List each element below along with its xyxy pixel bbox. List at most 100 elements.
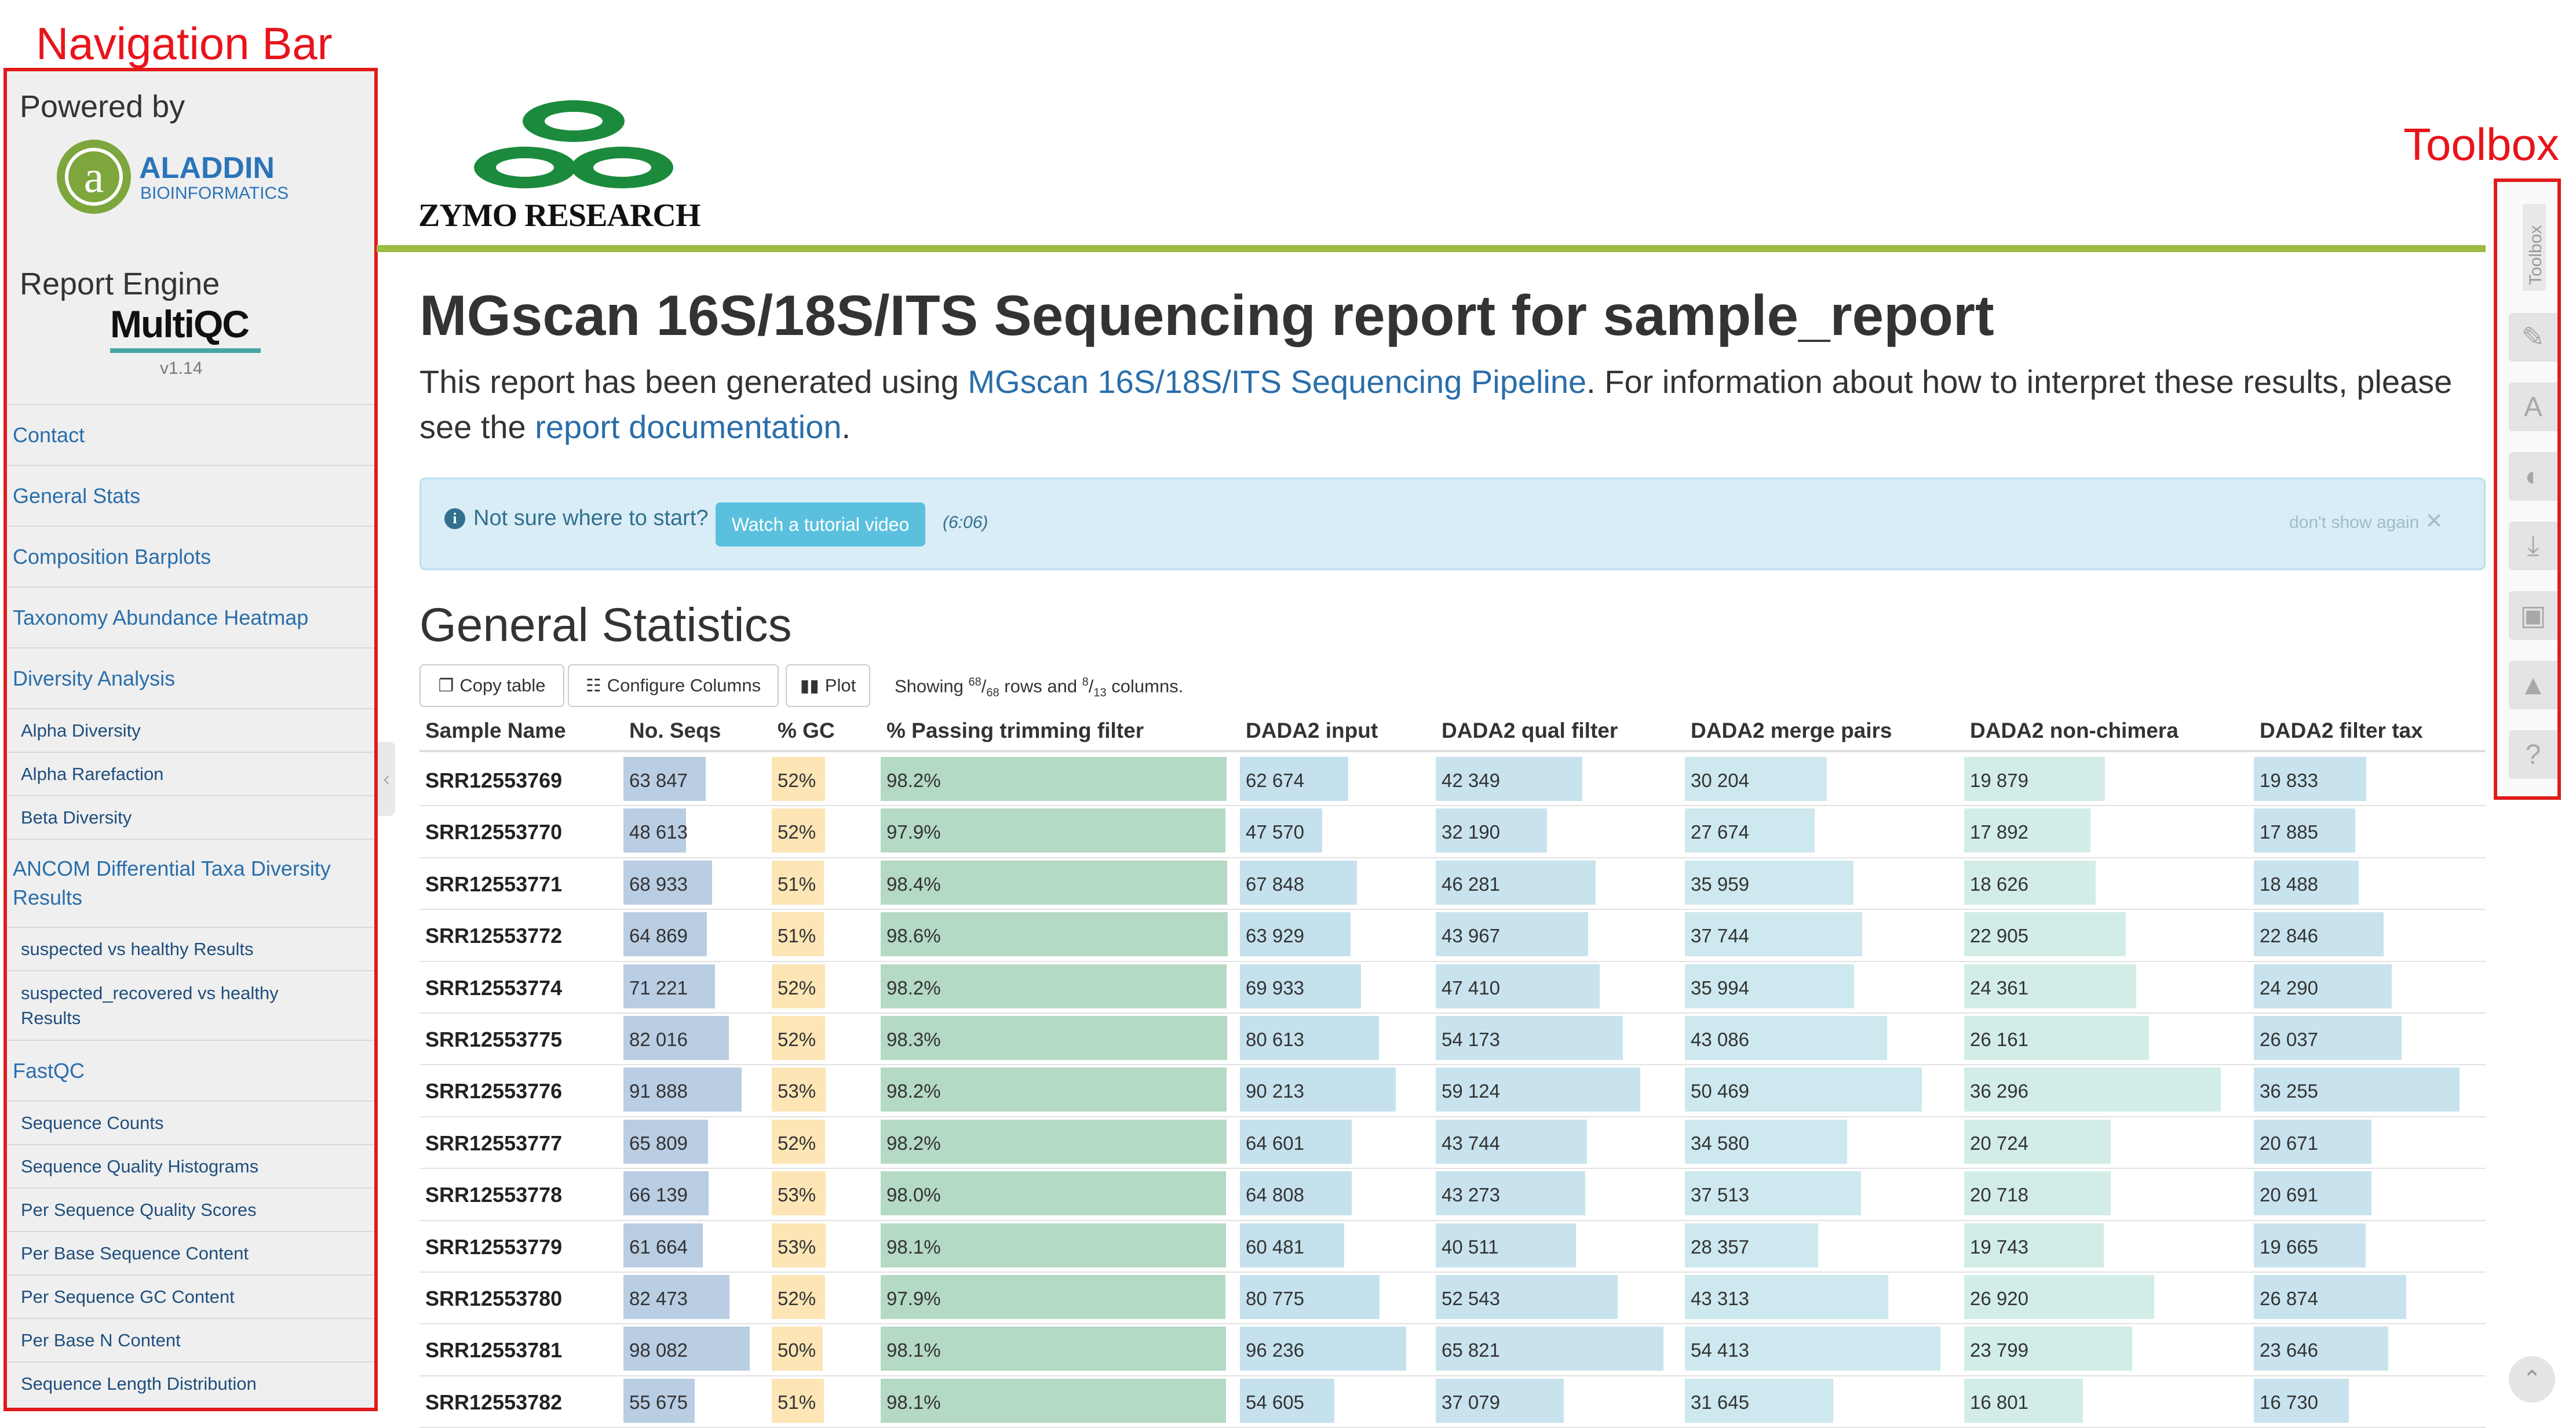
cell-value: 18 626	[1970, 873, 2028, 895]
table-cell: 63 847	[623, 757, 769, 801]
table-cell: 53%	[772, 1223, 878, 1267]
cell-value: 53%	[778, 1184, 816, 1206]
info-icon: i	[444, 508, 465, 529]
table-cell: 20 724	[1964, 1119, 2252, 1164]
table-cell: 98.3%	[881, 1016, 1238, 1060]
table-header-divider	[419, 750, 2486, 752]
showing-prefix: Showing	[895, 676, 969, 697]
table-row: SRR12553781 98 082 50% 98.1% 96 236 65 821 54 …	[419, 1324, 2486, 1376]
sample-name[interactable]: SRR12553776	[425, 1079, 562, 1103]
table-row: SRR12553778 66 139 53% 98.0% 64 808 43 273 37 …	[419, 1169, 2486, 1221]
navigation-bar-annotation: Navigation Bar	[36, 18, 333, 69]
table-cell: 30 204	[1685, 757, 1962, 801]
column-header[interactable]: Sample Name	[425, 719, 566, 743]
table-cell: 52%	[772, 757, 878, 801]
table-cell: 23 646	[2254, 1327, 2486, 1371]
table-row: SRR12553770 48 613 52% 97.9% 47 570 32 190 27 …	[419, 806, 2486, 858]
cell-value: 19 833	[2260, 770, 2318, 791]
sample-name[interactable]: SRR12553779	[425, 1235, 562, 1259]
cell-value: 63 847	[629, 770, 688, 791]
sample-name[interactable]: SRR12553781	[425, 1338, 562, 1363]
cell-value: 37 513	[1691, 1184, 1749, 1206]
sample-name[interactable]: SRR12553777	[425, 1131, 562, 1156]
table-cell: 16 730	[2254, 1378, 2486, 1423]
cell-value: 51%	[778, 925, 816, 947]
cell-value: 98.2%	[886, 1132, 941, 1154]
toolbox-highlight	[2494, 178, 2561, 800]
column-header[interactable]: % Passing trimming filter	[886, 719, 1144, 743]
cell-value: 24 361	[1970, 977, 2028, 999]
cell-value: 30 204	[1691, 770, 1749, 791]
intro-prefix: This report has been generated using	[419, 363, 968, 400]
cell-value: 60 481	[1246, 1236, 1304, 1258]
sample-name[interactable]: SRR12553782	[425, 1390, 562, 1415]
cell-value: 22 905	[1970, 925, 2028, 947]
column-header[interactable]: DADA2 non-chimera	[1970, 719, 2179, 743]
sample-name[interactable]: SRR12553774	[425, 976, 562, 1000]
column-header[interactable]: DADA2 qual filter	[1442, 719, 1618, 743]
configure-columns-button[interactable]: ☷ Configure Columns	[568, 664, 779, 707]
table-cell: 61 664	[623, 1223, 769, 1267]
scroll-to-top-icon[interactable]: ⌃	[2509, 1356, 2555, 1402]
column-header[interactable]: DADA2 input	[1246, 719, 1378, 743]
cell-value: 69 933	[1246, 977, 1304, 999]
column-header[interactable]: DADA2 filter tax	[2260, 719, 2423, 743]
cell-value: 64 808	[1246, 1184, 1304, 1206]
watch-tutorial-button[interactable]: Watch a tutorial video	[716, 502, 925, 547]
table-cell: 98.2%	[881, 1119, 1238, 1164]
cell-value: 20 724	[1970, 1132, 2028, 1154]
table-row: SRR12553774 71 221 52% 98.2% 69 933 47 410 35 …	[419, 962, 2486, 1014]
copy-table-button[interactable]: ❐ Copy table	[419, 664, 564, 707]
table-row: SRR12553779 61 664 53% 98.1% 60 481 40 511 28 …	[419, 1221, 2486, 1273]
column-header[interactable]: DADA2 merge pairs	[1691, 719, 1892, 743]
table-row: SRR12553782 55 675 51% 98.1% 54 605 37 079 31 …	[419, 1376, 2486, 1428]
cell-value: 16 801	[1970, 1391, 2028, 1413]
plot-button[interactable]: ▮▮ Plot	[786, 664, 870, 707]
column-header[interactable]: % GC	[778, 719, 835, 743]
cell-value: 53%	[778, 1080, 816, 1102]
sidebar-collapse-handle[interactable]: ‹	[378, 742, 395, 816]
cell-value: 48 613	[629, 821, 688, 843]
cell-value: 19 665	[2260, 1236, 2318, 1258]
cell-value: 43 313	[1691, 1288, 1749, 1309]
table-cell: 80 613	[1240, 1016, 1435, 1060]
cell-value: 23 646	[2260, 1339, 2318, 1361]
sample-name[interactable]: SRR12553775	[425, 1028, 562, 1052]
sample-name[interactable]: SRR12553769	[425, 768, 562, 793]
sample-name[interactable]: SRR12553771	[425, 872, 562, 897]
table-cell: 18 488	[2254, 860, 2486, 905]
column-header[interactable]: No. Seqs	[629, 719, 721, 743]
rows-total: 68	[986, 686, 999, 700]
cell-value: 98.6%	[886, 925, 941, 947]
sample-name[interactable]: SRR12553780	[425, 1287, 562, 1311]
table-cell: 50 469	[1685, 1068, 1962, 1112]
sample-name[interactable]: SRR12553778	[425, 1183, 562, 1207]
table-cell: 64 869	[623, 912, 769, 957]
table-cell: 63 929	[1240, 912, 1435, 957]
cell-value: 52%	[778, 770, 816, 791]
table-cell: 54 413	[1685, 1327, 1962, 1371]
table-cell: 26 874	[2254, 1275, 2486, 1319]
table-cell: 19 743	[1964, 1223, 2252, 1267]
cell-value: 43 086	[1691, 1029, 1749, 1050]
cell-value: 51%	[778, 873, 816, 895]
table-cell: 20 671	[2254, 1119, 2486, 1164]
table-cell: 40 511	[1436, 1223, 1683, 1267]
report-documentation-link[interactable]: report documentation	[535, 409, 841, 445]
cell-value: 65 809	[629, 1132, 688, 1154]
pipeline-link[interactable]: MGscan 16S/18S/ITS Sequencing Pipeline	[968, 363, 1586, 400]
sample-name[interactable]: SRR12553770	[425, 820, 562, 844]
cell-value: 53%	[778, 1236, 816, 1258]
close-icon[interactable]: ×	[2426, 505, 2442, 537]
table-cell: 80 775	[1240, 1275, 1435, 1319]
dont-show-again-link[interactable]: don't show again	[2289, 513, 2419, 533]
sample-name[interactable]: SRR12553772	[425, 924, 562, 948]
cell-value: 26 920	[1970, 1288, 2028, 1309]
table-cell: 20 691	[2254, 1171, 2486, 1216]
table-cell: 54 173	[1436, 1016, 1683, 1060]
table-cell: 19 879	[1964, 757, 2252, 801]
table-row: SRR12553772 64 869 51% 98.6% 63 929 43 967 37 …	[419, 910, 2486, 962]
table-cell: 68 933	[623, 860, 769, 905]
cell-value: 43 967	[1442, 925, 1500, 947]
cell-value: 98 082	[629, 1339, 688, 1361]
